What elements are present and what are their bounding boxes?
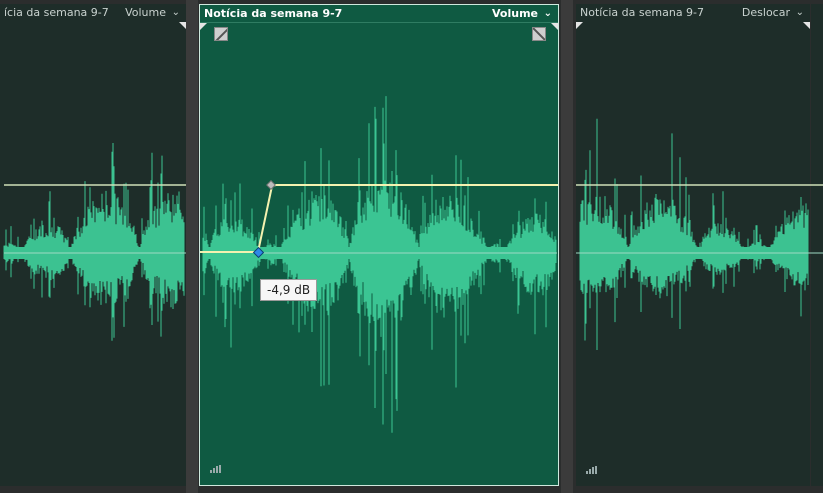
waveform-overlay <box>3 96 823 433</box>
envelope-value-tooltip: -4,9 dB <box>260 279 318 301</box>
waveform-selected <box>202 96 557 433</box>
waveform-left <box>3 143 185 341</box>
envelope-keyframe[interactable] <box>266 180 276 190</box>
waveform-right <box>579 118 809 350</box>
